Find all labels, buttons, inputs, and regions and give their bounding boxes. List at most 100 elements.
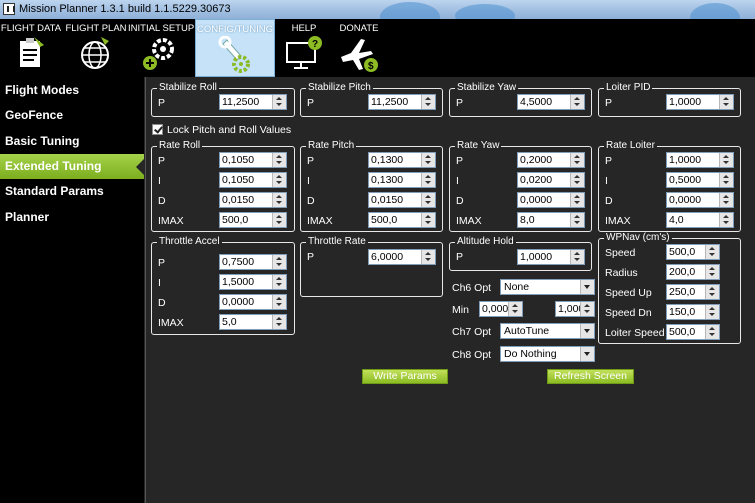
- rate-loiter-p-value[interactable]: [667, 153, 720, 167]
- wpnav-speed-up-input[interactable]: [666, 284, 720, 300]
- ch6-max-value[interactable]: [556, 302, 583, 316]
- spin-down-icon[interactable]: [720, 200, 733, 207]
- throttle-rate-p-value[interactable]: [369, 250, 422, 264]
- rate-roll-imax-value[interactable]: [220, 213, 273, 227]
- spin-up-icon[interactable]: [571, 95, 584, 102]
- ch7-opt-select[interactable]: AutoTune: [500, 323, 595, 339]
- chevron-down-icon[interactable]: [580, 280, 594, 294]
- rate-roll-p-input[interactable]: [219, 152, 287, 168]
- spin-down-icon[interactable]: [273, 160, 286, 167]
- spin-down-icon[interactable]: [422, 257, 435, 264]
- rate-roll-p-value[interactable]: [220, 153, 273, 167]
- spin-up-icon[interactable]: [720, 173, 733, 180]
- spin-down-icon[interactable]: [509, 309, 522, 316]
- menu-donate[interactable]: DONATE $: [332, 19, 386, 77]
- rate-loiter-i-value[interactable]: [667, 173, 720, 187]
- spin-up-icon[interactable]: [720, 95, 733, 102]
- spin-down-icon[interactable]: [706, 252, 719, 259]
- spin-up-icon[interactable]: [273, 153, 286, 160]
- refresh-screen-button[interactable]: Refresh Screen: [547, 369, 634, 384]
- sidebar-item-standard-params[interactable]: Standard Params: [0, 179, 144, 204]
- spin-down-icon[interactable]: [273, 302, 286, 309]
- rate-roll-i-value[interactable]: [220, 173, 273, 187]
- throttle-accel-imax-value[interactable]: [220, 315, 273, 329]
- rate-pitch-p-input[interactable]: [368, 152, 436, 168]
- spin-up-icon[interactable]: [273, 295, 286, 302]
- spin-down-icon[interactable]: [706, 312, 719, 319]
- spin-up-icon[interactable]: [571, 250, 584, 257]
- spin-down-icon[interactable]: [720, 102, 733, 109]
- stabilize-yaw-p-value[interactable]: [518, 95, 571, 109]
- stabilize-pitch-p-input[interactable]: [368, 94, 436, 110]
- menu-flight-data[interactable]: FLIGHT DATA: [0, 19, 62, 77]
- spin-down-icon[interactable]: [706, 292, 719, 299]
- wpnav-loiter-speed-value[interactable]: [667, 325, 707, 339]
- spin-down-icon[interactable]: [571, 257, 584, 264]
- write-params-button[interactable]: Write Params: [362, 369, 448, 384]
- throttle-accel-i-value[interactable]: [220, 275, 273, 289]
- rate-roll-d-value[interactable]: [220, 193, 273, 207]
- spin-down-icon[interactable]: [273, 322, 286, 329]
- spin-down-icon[interactable]: [571, 102, 584, 109]
- menu-config-tuning[interactable]: CONFIG/TUNING: [195, 19, 275, 77]
- ch6-max-input[interactable]: [555, 301, 595, 317]
- rate-yaw-d-input[interactable]: [517, 192, 585, 208]
- rate-loiter-imax-input[interactable]: [666, 212, 734, 228]
- stabilize-roll-p-input[interactable]: [219, 94, 287, 110]
- spin-down-icon[interactable]: [273, 180, 286, 187]
- spin-up-icon[interactable]: [706, 285, 719, 292]
- throttle-accel-d-value[interactable]: [220, 295, 273, 309]
- menu-help[interactable]: HELP ?: [278, 19, 330, 77]
- rate-yaw-d-value[interactable]: [518, 193, 571, 207]
- spin-down-icon[interactable]: [273, 262, 286, 269]
- throttle-accel-p-input[interactable]: [219, 254, 287, 270]
- sidebar-item-flight-modes[interactable]: Flight Modes: [0, 78, 144, 103]
- spin-down-icon[interactable]: [273, 200, 286, 207]
- wpnav-speed-up-value[interactable]: [667, 285, 707, 299]
- spin-up-icon[interactable]: [720, 193, 733, 200]
- spin-up-icon[interactable]: [706, 325, 719, 332]
- rate-pitch-p-value[interactable]: [369, 153, 422, 167]
- stabilize-roll-p-value[interactable]: [220, 95, 273, 109]
- spin-up-icon[interactable]: [720, 153, 733, 160]
- spin-down-icon[interactable]: [422, 160, 435, 167]
- rate-pitch-d-input[interactable]: [368, 192, 436, 208]
- rate-loiter-p-input[interactable]: [666, 152, 734, 168]
- spin-down-icon[interactable]: [422, 180, 435, 187]
- loiter-pid-p-input[interactable]: [666, 94, 734, 110]
- spin-up-icon[interactable]: [571, 213, 584, 220]
- rate-pitch-i-value[interactable]: [369, 173, 422, 187]
- spin-up-icon[interactable]: [720, 213, 733, 220]
- spin-up-icon[interactable]: [422, 173, 435, 180]
- spin-down-icon[interactable]: [581, 309, 594, 316]
- chevron-down-icon[interactable]: [580, 347, 594, 361]
- sidebar-item-geofence[interactable]: GeoFence: [0, 103, 144, 128]
- spin-down-icon[interactable]: [720, 160, 733, 167]
- rate-loiter-i-input[interactable]: [666, 172, 734, 188]
- wpnav-speed-value[interactable]: [667, 245, 707, 259]
- ch6-min-input[interactable]: [479, 301, 523, 317]
- spin-up-icon[interactable]: [422, 193, 435, 200]
- spin-down-icon[interactable]: [571, 200, 584, 207]
- spin-down-icon[interactable]: [706, 332, 719, 339]
- spin-down-icon[interactable]: [422, 220, 435, 227]
- wpnav-speed-dn-input[interactable]: [666, 304, 720, 320]
- spin-up-icon[interactable]: [509, 302, 522, 309]
- rate-roll-imax-input[interactable]: [219, 212, 287, 228]
- ch6-opt-select[interactable]: None: [500, 279, 595, 295]
- spin-down-icon[interactable]: [571, 220, 584, 227]
- sidebar-item-basic-tuning[interactable]: Basic Tuning: [0, 129, 144, 154]
- spin-down-icon[interactable]: [273, 102, 286, 109]
- rate-yaw-i-value[interactable]: [518, 173, 571, 187]
- ch6-min-value[interactable]: [480, 302, 511, 316]
- rate-pitch-d-value[interactable]: [369, 193, 422, 207]
- altitude-hold-p-value[interactable]: [518, 250, 571, 264]
- spin-up-icon[interactable]: [273, 95, 286, 102]
- spin-down-icon[interactable]: [422, 102, 435, 109]
- wpnav-radius-input[interactable]: [666, 264, 720, 280]
- spin-up-icon[interactable]: [581, 302, 594, 309]
- rate-pitch-imax-value[interactable]: [369, 213, 422, 227]
- spin-up-icon[interactable]: [571, 173, 584, 180]
- spin-down-icon[interactable]: [422, 200, 435, 207]
- spin-up-icon[interactable]: [273, 193, 286, 200]
